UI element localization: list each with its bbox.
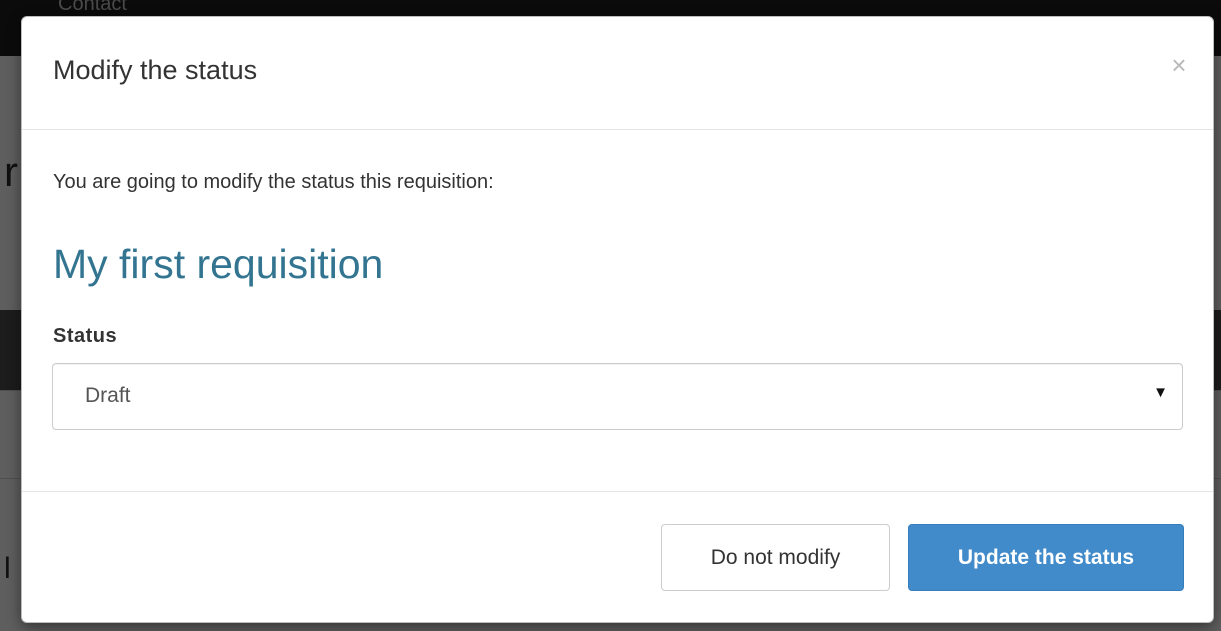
status-select[interactable]: Draft ▼ — [52, 363, 1183, 430]
modal-footer: Do not modify Update the status — [22, 491, 1213, 622]
background-nav-link-contact: Contact — [58, 0, 127, 15]
modal-header: Modify the status × — [22, 17, 1213, 130]
chevron-down-icon: ▼ — [1153, 384, 1168, 401]
background-heading-fragment: r — [4, 148, 18, 195]
modify-status-modal: Modify the status × You are going to mod… — [21, 16, 1214, 623]
close-icon[interactable]: × — [1165, 51, 1193, 79]
modal-intro-text: You are going to modify the status this … — [53, 171, 494, 193]
background-text-fragment: l — [4, 552, 11, 585]
page: Contact r l Modify the status × You are … — [0, 0, 1221, 631]
status-selected-value: Draft — [85, 384, 131, 407]
modal-title: Modify the status — [53, 55, 258, 85]
status-label: Status — [53, 325, 118, 347]
update-status-button[interactable]: Update the status — [908, 524, 1184, 591]
requisition-name: My first requisition — [53, 241, 384, 287]
do-not-modify-button[interactable]: Do not modify — [661, 524, 890, 591]
